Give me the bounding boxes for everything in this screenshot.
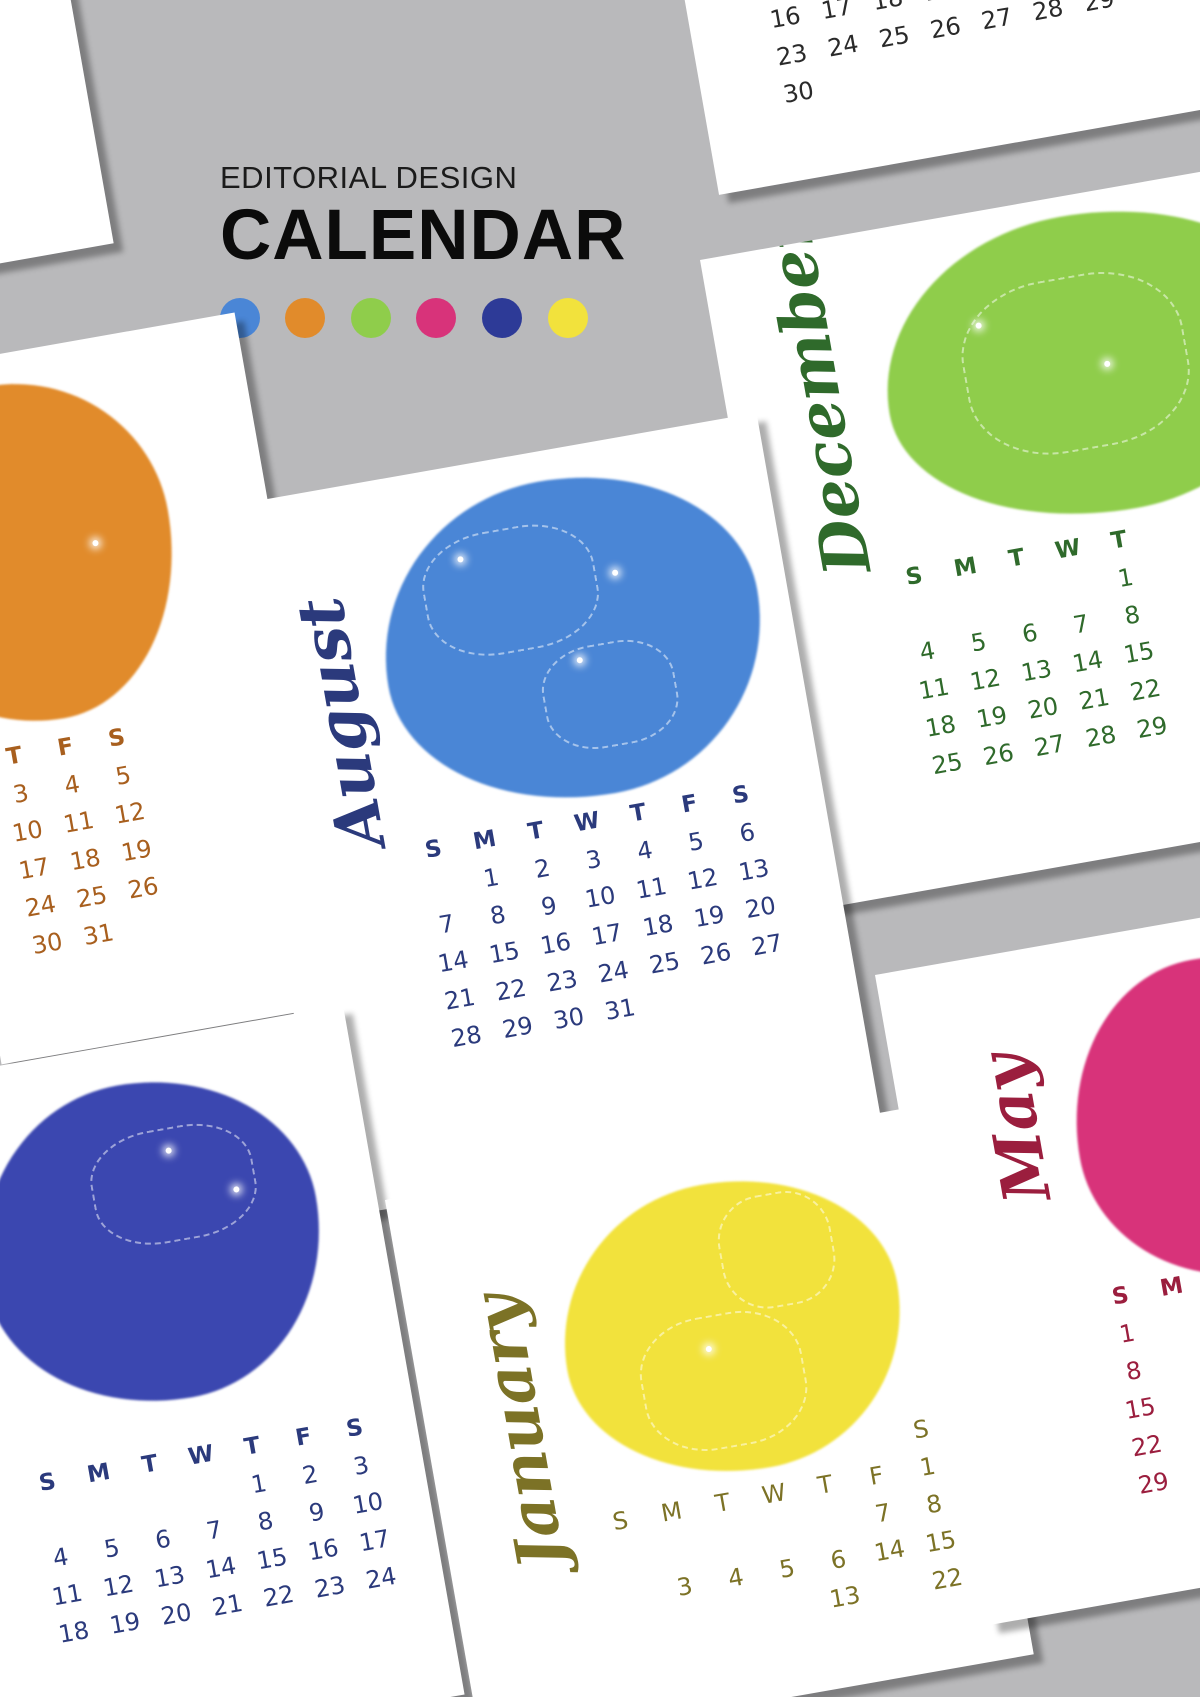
watercolor-pink bbox=[1049, 932, 1200, 1301]
swatch-green bbox=[351, 298, 391, 338]
calendar-day bbox=[1163, 1376, 1200, 1422]
calendar-day: 28 bbox=[448, 1020, 484, 1054]
calendar-day: 13 bbox=[827, 1580, 863, 1614]
calendar-day bbox=[662, 1601, 720, 1647]
calendar-day: 28 bbox=[1030, 0, 1066, 27]
calendar-grid-may: S M 1 8 15 22 29 bbox=[1092, 1264, 1200, 1507]
calendar-day: 22 bbox=[929, 1562, 965, 1596]
card-top-left bbox=[0, 0, 114, 285]
color-swatches bbox=[220, 298, 620, 342]
calendar-mockup-page: EDITORIAL DESIGN CALENDAR 91011121617181… bbox=[0, 0, 1200, 1697]
calendar-day bbox=[611, 1610, 669, 1656]
calendar-day: 26 bbox=[928, 11, 963, 45]
calendar-day: 29 bbox=[1136, 1466, 1171, 1500]
calendar-day bbox=[1156, 1339, 1200, 1385]
calendar-day: 29 bbox=[500, 1011, 536, 1045]
watercolor-blue bbox=[357, 447, 788, 829]
calendar-day: 30 bbox=[551, 1002, 587, 1035]
calendar-day bbox=[694, 968, 752, 1014]
month-label-january: January bbox=[458, 1288, 581, 1575]
calendar-day bbox=[745, 959, 803, 1005]
calendar-grid-purple: S M T W T F S 1 2 3 4 5 6 7 8 9 10 11 12 13 14 15 16 17 18 19 20 21… bbox=[19, 1405, 410, 1655]
calendar-day: 27 bbox=[1032, 729, 1068, 763]
calendar-day bbox=[867, 1565, 925, 1611]
calendar-day: 25 bbox=[929, 747, 965, 781]
calendar-day: 20 bbox=[158, 1597, 194, 1631]
calendar-day: 22 bbox=[261, 1579, 297, 1613]
calendar-grid-december: S M T W T 1 4 5 6 7 8 11 12 13 14 15 18 19 20 21 22 25 26 27 28 2… bbox=[885, 517, 1181, 787]
calendar-day: 30 bbox=[29, 927, 65, 961]
calendar-day bbox=[714, 1592, 772, 1638]
calendar-day: 21 bbox=[209, 1588, 245, 1622]
calendar-day: 19 bbox=[107, 1606, 143, 1640]
calendar-day bbox=[642, 977, 700, 1023]
calendar-day: 23 bbox=[312, 1570, 348, 1604]
calendar-day: 28 bbox=[1083, 720, 1119, 754]
calendar-day: 31 bbox=[81, 918, 116, 952]
swatch-pink bbox=[416, 298, 456, 338]
header-title: CALENDAR bbox=[220, 196, 627, 275]
card-top-right: 9101112161718192021222324252627282930 bbox=[660, 0, 1200, 195]
calendar-day: 24 bbox=[825, 29, 861, 63]
calendar-day bbox=[765, 1583, 823, 1629]
calendar-day: 24 bbox=[363, 1561, 399, 1595]
calendar-day: 26 bbox=[980, 738, 1016, 772]
swatch-yellow bbox=[548, 298, 588, 338]
calendar-grid-top: 9101112161718192021222324252627282930 bbox=[750, 0, 1135, 116]
calendar-day bbox=[121, 902, 179, 948]
calendar-grid-august: S M T W T F S 1 2 3 4 5 6 7 8 9 10 11 12 13 14 15 16 17 18 19 20 21… bbox=[405, 772, 803, 1060]
header: EDITORIAL DESIGN CALENDAR bbox=[220, 160, 640, 271]
calendar-day: 27 bbox=[979, 2, 1015, 36]
watercolor-orange bbox=[0, 359, 201, 747]
month-label-may: May bbox=[966, 1047, 1067, 1209]
calendar-day: 29 bbox=[1134, 711, 1170, 745]
header-kicker: EDITORIAL DESIGN bbox=[220, 160, 518, 195]
calendar-day: 30 bbox=[780, 76, 816, 109]
calendar-grid-orange: T F S 3 4 5 10 11 12 17 18 19 24 25 26 30 31 bbox=[0, 715, 179, 967]
calendar-day: 29 bbox=[1081, 0, 1117, 18]
calendar-day: 25 bbox=[876, 20, 912, 54]
month-label-august: August bbox=[282, 591, 401, 855]
swatch-navy bbox=[482, 298, 522, 338]
calendar-day: 18 bbox=[56, 1615, 92, 1649]
calendar-day: 31 bbox=[602, 993, 638, 1026]
swatch-orange bbox=[285, 298, 325, 338]
